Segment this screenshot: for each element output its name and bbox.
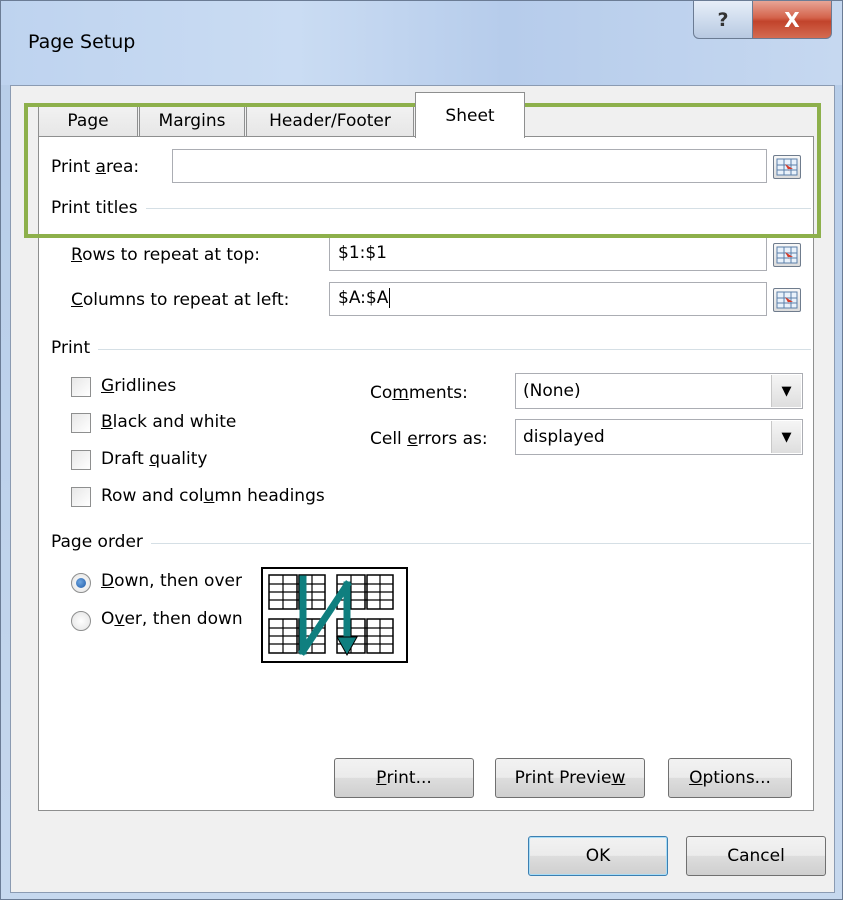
tab-header-footer[interactable]: Header/Footer [246, 104, 414, 137]
title-bar[interactable]: Page Setup ? X [1, 1, 842, 85]
page-order-divider [51, 543, 811, 544]
close-button[interactable]: X [752, 1, 832, 39]
gridlines-label: Gridlines [101, 376, 177, 396]
ok-button[interactable]: OK [528, 836, 668, 876]
print-button[interactable]: Print... [334, 758, 474, 798]
cell-errors-select[interactable]: displayed ▼ [515, 419, 803, 455]
comments-value: (None) [523, 381, 581, 401]
draft-quality-checkbox[interactable] [71, 450, 91, 470]
rows-repeat-collapse-button[interactable] [773, 243, 801, 267]
columns-repeat-value: $A:$A [338, 288, 389, 308]
comments-label: Comments: [370, 383, 468, 403]
print-titles-heading: Print titles [51, 198, 146, 218]
close-icon: X [784, 7, 800, 32]
down-then-over-radio[interactable] [71, 573, 91, 593]
options-button[interactable]: Options... [668, 758, 792, 798]
black-white-checkbox[interactable] [71, 413, 91, 433]
down-then-over-label: Down, then over [101, 571, 242, 591]
collapse-dialog-icon [776, 158, 798, 176]
gridlines-checkbox[interactable] [71, 377, 91, 397]
print-titles-divider [51, 208, 811, 209]
tab-margins[interactable]: Margins [139, 104, 245, 137]
cell-errors-label: Cell errors as: [370, 429, 488, 449]
print-heading: Print [51, 338, 99, 358]
cell-errors-value: displayed [523, 427, 605, 447]
over-then-down-radio[interactable] [71, 611, 91, 631]
dialog-client: Page Margins Header/Footer Sheet Print a… [10, 85, 835, 893]
text-caret [389, 288, 391, 308]
comments-select[interactable]: (None) ▼ [515, 373, 803, 409]
chevron-down-icon[interactable]: ▼ [771, 375, 801, 407]
over-then-down-label: Over, then down [101, 609, 243, 629]
sheet-panel: Print area: Print titles Rows to repeat … [38, 136, 814, 811]
dialog-title: Page Setup [28, 31, 136, 53]
collapse-dialog-icon [776, 291, 798, 309]
columns-repeat-label: Columns to repeat at left: [71, 290, 290, 310]
row-column-headings-checkbox[interactable] [71, 487, 91, 507]
print-preview-button[interactable]: Print Previe w [495, 758, 645, 798]
print-area-label: Print area: [51, 157, 140, 177]
chevron-down-icon[interactable]: ▼ [771, 421, 801, 453]
tab-page[interactable]: Page [38, 104, 138, 137]
page-order-diagram [261, 567, 408, 663]
collapse-dialog-icon [776, 246, 798, 264]
draft-quality-label: Draft quality [101, 449, 208, 469]
page-order-heading: Page order [51, 532, 151, 552]
tab-sheet[interactable]: Sheet [415, 92, 525, 138]
row-column-headings-label: Row and column headings [101, 486, 325, 506]
black-white-label: Black and white [101, 412, 237, 432]
print-area-input[interactable] [172, 149, 767, 183]
rows-repeat-input[interactable]: $1:$1 [329, 237, 767, 271]
print-area-collapse-button[interactable] [773, 155, 801, 179]
help-button[interactable]: ? [693, 1, 753, 39]
cancel-button[interactable]: Cancel [686, 836, 826, 876]
print-divider [51, 349, 811, 350]
rows-repeat-label: Rows to repeat at top: [71, 245, 260, 265]
page-setup-dialog: Page Setup ? X Page Margins Header/Foote… [0, 0, 843, 900]
columns-repeat-collapse-button[interactable] [773, 288, 801, 312]
page-order-icon [268, 574, 394, 657]
columns-repeat-input[interactable]: $A:$A [329, 282, 767, 316]
